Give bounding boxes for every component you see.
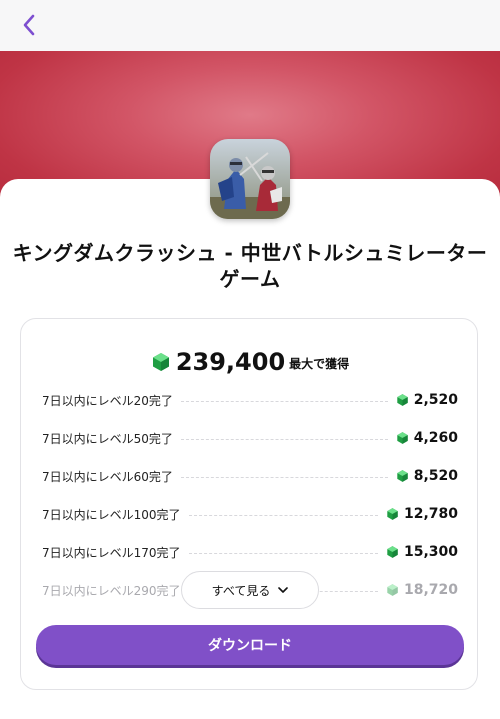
gem-icon [387,584,398,596]
task-reward: 15,300 [386,544,458,560]
dotted-leader [188,514,378,516]
task-reward-value: 18,720 [403,582,458,598]
see-all-label: すべて見る [211,583,271,598]
gem-icon [397,470,408,482]
task-label: 7日以内にレベル170完了 [42,545,181,560]
dotted-leader [180,438,388,440]
back-button[interactable] [14,10,44,40]
app-title: キングダムクラッシュ - 中世バトルシュミレーター ゲーム [10,240,490,292]
chevron-left-icon [23,14,35,36]
dotted-leader [188,552,378,554]
gem-icon [397,394,408,406]
dotted-leader [180,400,388,402]
task-reward-value: 4,260 [413,430,458,446]
task-reward: 2,520 [396,392,458,408]
task-reward-value: 15,300 [403,544,458,560]
task-label: 7日以内にレベル60完了 [42,469,173,484]
task-row: 7日以内にレベル20完了 2,520 [42,389,458,411]
task-reward-value: 8,520 [413,468,458,484]
task-reward: 4,260 [396,430,458,446]
task-reward-value: 12,780 [403,506,458,522]
see-all-button[interactable]: すべて見る [181,571,319,609]
task-reward: 8,520 [396,468,458,484]
knight-battle-app-icon [210,139,290,219]
task-row: 7日以内にレベル100完了 12,780 [42,503,458,525]
app-icon [210,139,290,219]
dotted-leader [180,476,388,478]
task-label: 7日以内にレベル100完了 [42,507,181,522]
gem-icon [152,353,169,371]
app-title-line1: キングダムクラッシュ - 中世バトルシュミレーター [12,241,488,265]
chevron-down-icon [278,586,289,594]
task-label: 7日以内にレベル20完了 [42,393,173,408]
total-reward-suffix: 最大で獲得 [289,357,350,371]
task-row: 7日以内にレベル170完了 15,300 [42,541,458,563]
gem-icon [397,432,408,444]
gem-icon [387,508,398,520]
top-bar [0,0,500,51]
task-reward: 12,780 [386,506,458,522]
task-row: 7日以内にレベル60完了 8,520 [42,465,458,487]
download-label: ダウンロード [208,638,292,654]
task-row: 7日以内にレベル50完了 4,260 [42,427,458,449]
app-title-line2: ゲーム [219,267,281,291]
task-reward-value: 2,520 [413,392,458,408]
download-button[interactable]: ダウンロード [36,625,464,665]
total-reward-value: 239,400 [175,348,286,376]
total-reward: 239,400 最大で獲得 [0,344,500,376]
task-reward: 18,720 [386,582,458,598]
gem-icon [387,546,398,558]
task-label: 7日以内にレベル50完了 [42,431,173,446]
task-label: 7日以内にレベル290完了 [42,583,181,598]
